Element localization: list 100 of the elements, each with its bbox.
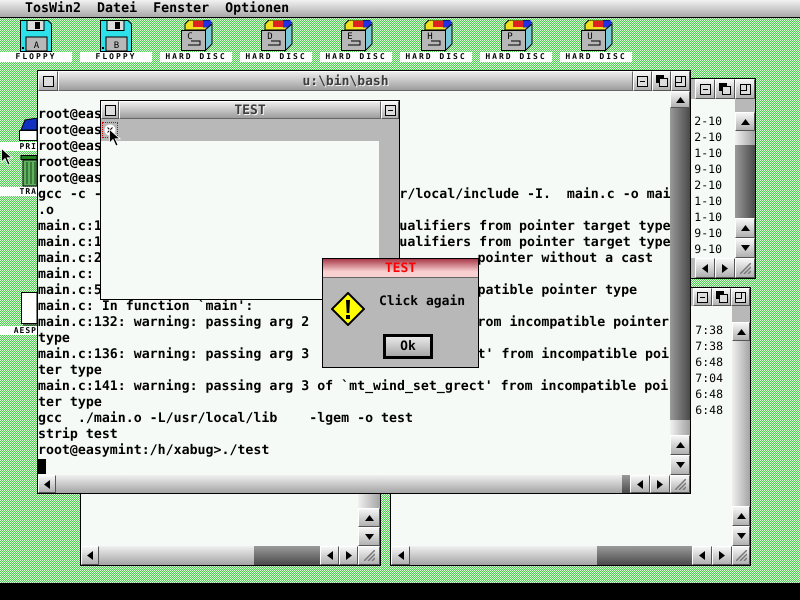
scroll-right-button[interactable] [650,475,670,493]
time-text: 7:04 [695,370,723,386]
left-arrow-icon [699,551,705,560]
terminal-line: rom incompatible pointer [478,315,669,331]
icon-label: HARD DISC [160,52,232,62]
scroll-left-button[interactable] [320,546,339,565]
app-menu[interactable]: TosWin2 [25,0,82,17]
minimize-button[interactable] [695,79,715,99]
terminal-line: gcc -c - [38,187,102,203]
title-bar[interactable]: u:\bin\bash [58,71,633,91]
maximize-icon [675,76,686,86]
scroll-up-button[interactable] [732,322,750,341]
scroll-down-button[interactable] [670,455,690,475]
terminal-line: pointer without a cast [478,251,654,267]
maximize-icon [740,84,750,94]
time-text: 6:48 [695,402,723,418]
minimize-button[interactable] [693,288,712,306]
scroll-right-button[interactable] [712,546,732,565]
icon-label: HARD DISC [240,52,312,62]
scroll-left-button[interactable] [695,258,715,278]
menu-item[interactable]: Datei [97,0,138,17]
right-arrow-icon [657,480,663,488]
terminal-line: root@eas [38,155,102,171]
scroll-down-button[interactable] [735,238,755,258]
terminal-line: strip test [38,427,118,443]
time-text: 6:48 [695,354,723,370]
resize-button[interactable] [732,546,750,565]
mouse-pointer-icon [1,148,13,166]
drive-letter: A [34,41,40,51]
resize-grip-icon [736,550,746,561]
scroll-right-button[interactable] [339,546,358,565]
ok-button[interactable]: Ok [383,334,433,359]
menu-item[interactable]: Optionen [225,0,290,17]
resize-button[interactable] [670,475,690,493]
resize-button[interactable] [358,546,380,565]
up-arrow-icon [740,225,750,231]
terminal-line: .o [38,203,54,219]
resize-grip-icon [364,550,374,561]
terminal-line: type [38,331,70,347]
minimize-button[interactable] [633,71,652,91]
icon-label: HARD DISC [560,52,632,62]
terminal-line: main.c:141: warning: passing arg 3 of `mt_wind_set_grect' from incompatible poi [38,379,668,395]
scroll-up-button[interactable] [732,506,750,526]
icon-label: HARD DISC [480,52,552,62]
drive-letter: C [187,32,193,42]
icon-label: HARD DISC [320,52,392,62]
date-text: 9-10 [694,241,722,257]
drive-letter: U [587,32,593,42]
scroll-left-button[interactable] [630,475,650,493]
terminal-line: main.c:132: warning: passing arg 2 [38,315,310,331]
scroll-left-button[interactable] [692,546,712,565]
date-text: 1-10 [694,145,722,161]
left-arrow-icon [44,480,50,488]
resize-button[interactable] [735,258,755,278]
minimize-button[interactable] [381,101,399,119]
terminal-line: root@easymint:/h/xabug>./test [38,443,270,459]
up-arrow-icon [676,96,684,102]
window-title: u:\bin\bash [302,74,389,88]
menu-item[interactable]: Fenster [153,0,210,17]
hard-disk-icon [341,20,372,52]
scroll-right-button[interactable] [715,258,735,278]
maximize-button[interactable] [731,288,750,306]
close-button[interactable] [101,101,119,119]
date-text: 2-10 [694,113,722,129]
maximize-button[interactable] [735,79,755,99]
close-button[interactable] [38,71,58,91]
maximize-icon [735,292,746,302]
scroll-left-button[interactable] [38,475,56,493]
send-back-button[interactable] [712,288,731,306]
right-arrow-icon [346,551,352,560]
hard-disk-icon [421,20,452,52]
terminal-line: r/local/include -I. main.c -o mai [399,187,670,203]
scroll-down-button[interactable] [732,526,750,546]
up-arrow-icon [736,328,746,334]
icon-label: PRI [0,142,37,151]
time-text: 7:38 [695,338,723,354]
scroll-up-button[interactable] [735,218,755,238]
send-back-button[interactable] [652,71,671,91]
scroll-up-button[interactable] [670,435,690,455]
icon-label: HARD DISC [400,52,472,62]
hard-disk-icon [181,20,212,52]
scroll-left-button[interactable] [81,546,99,565]
scroll-up-button[interactable] [735,112,755,131]
date-text: 2-10 [694,129,722,145]
scroll-up-button[interactable] [670,91,690,108]
down-arrow-icon [740,245,750,251]
right-arrow-icon [722,264,728,272]
terminal-line: main.c:2 [38,251,102,267]
minimize-icon [700,84,710,94]
maximize-button[interactable] [671,71,690,91]
terminal-line: ualifiers from pointer target type [399,219,670,235]
scroll-left-button[interactable] [391,546,410,565]
send-back-button[interactable] [715,79,735,99]
down-arrow-icon [364,534,374,540]
drive-letter: P [507,32,513,42]
icon-label: FLOPPY [0,52,72,62]
scroll-down-button[interactable] [358,527,380,546]
scroll-up-button[interactable] [358,508,380,527]
icon-label: AESP [0,326,37,335]
title-bar[interactable]: TEST [119,101,381,119]
